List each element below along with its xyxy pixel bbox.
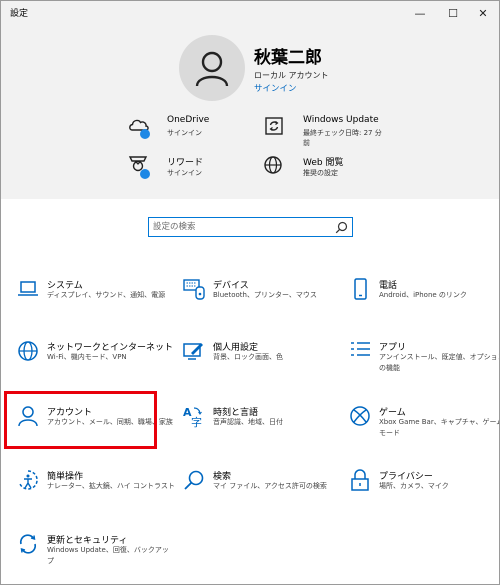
category-description: Xbox Game Bar、キャプチャ、ゲーム モード xyxy=(379,418,500,437)
category-description: 背景、ロック画面、色 xyxy=(213,353,283,361)
svg-text:字: 字 xyxy=(191,415,202,429)
category-description: ディスプレイ、サウンド、通知、電源 xyxy=(47,291,166,299)
category-personalization[interactable]: 個人用設定 背景、ロック画面、色 xyxy=(183,340,341,394)
settings-window: 設定 — ☐ ✕ 秋葉二郎 ローカル アカウント サインイン OneDrive … xyxy=(0,0,500,585)
category-devices[interactable]: デバイス Bluetooth、プリンター、マウス xyxy=(183,278,341,332)
phone-icon xyxy=(354,278,367,300)
category-gaming[interactable]: ゲーム Xbox Game Bar、キャプチャ、ゲーム モード xyxy=(349,405,500,459)
category-description: 音声認識、地域、日付 xyxy=(213,418,283,426)
update-icon xyxy=(265,117,283,135)
category-description: Windows Update、回復、バックアップ xyxy=(47,546,169,565)
rewards-status: サインイン xyxy=(167,169,202,177)
globe-icon xyxy=(264,156,282,174)
category-phone[interactable]: 電話 Android、iPhone のリンク xyxy=(349,278,499,332)
apps-icon xyxy=(351,342,370,356)
category-description: Wi-Fi、機内モード、VPN xyxy=(47,353,127,361)
settings-search[interactable] xyxy=(148,217,353,237)
windows-update-item[interactable]: Windows Update 最終チェック日時: 27 分前 xyxy=(263,113,433,147)
category-description: Android、iPhone のリンク xyxy=(379,291,467,299)
web-browsing-title: Web 閲覧 xyxy=(303,158,344,168)
category-search[interactable]: 検索 マイ ファイル、アクセス許可の検索 xyxy=(183,469,341,523)
category-network[interactable]: ネットワークとインターネット Wi-Fi、機内モード、VPN xyxy=(17,340,175,394)
search-icon xyxy=(184,470,204,490)
category-time-language[interactable]: A 字 時刻と言語 音声認識、地域、日付 xyxy=(183,405,341,459)
account-type: ローカル アカウント xyxy=(254,71,329,80)
time-language-icon: A 字 xyxy=(183,406,202,429)
onedrive-title: OneDrive xyxy=(167,115,210,125)
windows-update-title: Windows Update xyxy=(303,115,379,125)
search-input[interactable] xyxy=(153,220,323,234)
category-privacy[interactable]: プライバシー 場所、カメラ、マイク xyxy=(349,469,499,523)
laptop-icon xyxy=(18,281,38,296)
category-description: アンインストール、既定値、オプションの機能 xyxy=(379,353,500,372)
user-name: 秋葉二郎 xyxy=(254,48,322,68)
maximize-button[interactable]: ☐ xyxy=(437,1,469,25)
highlight-box xyxy=(4,391,157,449)
category-update-security[interactable]: 更新とセキュリティ Windows Update、回復、バックアップ xyxy=(17,533,175,584)
trophy-icon xyxy=(128,156,150,179)
category-apps[interactable]: アプリ アンインストール、既定値、オプションの機能 xyxy=(349,340,500,394)
lock-icon xyxy=(351,469,369,491)
avatar[interactable] xyxy=(179,35,245,101)
cloud-icon xyxy=(129,119,150,139)
web-browsing-status: 推奨の設定 xyxy=(303,169,338,177)
rewards-title: リワード xyxy=(167,158,204,168)
category-description: Bluetooth、プリンター、マウス xyxy=(213,291,317,299)
windows-update-status: 最終チェック日時: 27 分前 xyxy=(303,129,382,147)
category-description: ナレーター、拡大鏡、ハイ コントラスト xyxy=(47,482,175,490)
xbox-icon xyxy=(350,406,370,426)
category-system[interactable]: システム ディスプレイ、サウンド、通知、電源 xyxy=(17,278,175,332)
close-button[interactable]: ✕ xyxy=(467,1,499,25)
search-icon[interactable] xyxy=(335,221,348,234)
window-title: 設定 xyxy=(10,9,29,19)
update-security-icon xyxy=(19,534,37,554)
ease-of-access-icon xyxy=(19,470,38,490)
title-bar: 設定 — ☐ ✕ xyxy=(1,1,499,25)
devices-icon xyxy=(183,279,205,300)
account-header: 秋葉二郎 ローカル アカウント サインイン OneDrive サインイン Win… xyxy=(1,25,499,199)
minimize-button[interactable]: — xyxy=(404,1,436,25)
category-description: 場所、カメラ、マイク xyxy=(379,482,449,490)
category-ease-of-access[interactable]: 簡単操作 ナレーター、拡大鏡、ハイ コントラスト xyxy=(17,469,175,523)
personalization-icon xyxy=(183,343,203,360)
category-description: マイ ファイル、アクセス許可の検索 xyxy=(213,482,327,490)
onedrive-status: サインイン xyxy=(167,129,202,137)
signin-link[interactable]: サインイン xyxy=(254,82,297,94)
web-browsing-item[interactable]: Web 閲覧 推奨の設定 xyxy=(263,153,433,185)
person-icon xyxy=(195,51,229,87)
network-globe-icon xyxy=(18,341,38,361)
